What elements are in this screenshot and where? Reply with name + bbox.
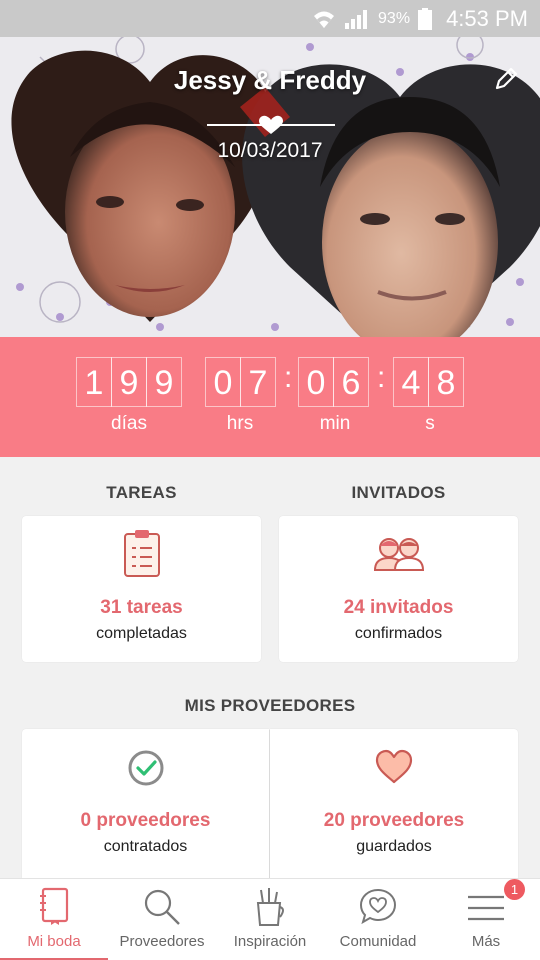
hired-vendors-sub: contratados	[103, 838, 188, 855]
hired-vendors-count: 0 proveedores	[80, 810, 211, 831]
pencil-cup-icon	[256, 888, 284, 926]
couple-names: Jessy & Freddy	[173, 65, 367, 95]
notebook-icon	[40, 887, 69, 925]
checklist-icon	[123, 530, 160, 577]
guests-sub: confirmados	[354, 625, 443, 642]
chat-heart-icon	[359, 888, 397, 925]
nav-label: Proveedores	[119, 933, 205, 950]
countdown-digit: 9	[111, 357, 147, 407]
tasks-count: 31 tareas	[100, 597, 183, 618]
heart-icon	[375, 749, 413, 784]
wifi-icon	[314, 11, 335, 28]
notification-badge: 1	[504, 879, 525, 900]
saved-vendors-count: 20 proveedores	[323, 810, 465, 831]
countdown-digit: 7	[240, 357, 276, 407]
nav-label: Mi boda	[27, 933, 81, 950]
hired-vendors-card[interactable]: 0 proveedores contratados	[22, 729, 269, 878]
wedding-countdown: 1 9 9 0 7 : 0 6 : 4 8 días hrs min s	[0, 337, 540, 457]
guests-card[interactable]: 24 invitados confirmados	[279, 516, 518, 662]
countdown-colon: :	[284, 361, 293, 394]
countdown-minutes-label: min	[319, 413, 351, 434]
guests-count: 24 invitados	[343, 597, 454, 618]
tasks-card[interactable]: 31 tareas completadas	[22, 516, 261, 662]
nav-comunidad[interactable]: Comunidad	[324, 879, 432, 960]
menu-icon	[468, 895, 504, 921]
countdown-digit: 0	[205, 357, 241, 407]
saved-vendors-sub: guardados	[356, 838, 432, 855]
countdown-digit: 6	[333, 357, 369, 407]
signal-icon	[345, 9, 368, 29]
battery-icon	[418, 7, 433, 30]
countdown-colon: :	[377, 361, 386, 394]
vendors-section-title: MIS PROVEEDORES	[184, 696, 356, 715]
nav-label: Comunidad	[339, 933, 417, 950]
status-bar: 93% 4:53 PM	[0, 0, 540, 37]
countdown-seconds: 4 8	[393, 357, 464, 407]
couple-header: Jessy & Freddy 10/03/2017	[0, 37, 540, 337]
countdown-digit: 4	[393, 357, 429, 407]
guests-section-title: INVITADOS	[351, 483, 446, 502]
clock: 4:53 PM	[446, 5, 528, 31]
countdown-digit: 0	[298, 357, 334, 407]
nav-mi-boda[interactable]: Mi boda	[0, 879, 108, 960]
heart-divider-icon	[207, 115, 335, 134]
countdown-digit: 8	[428, 357, 464, 407]
countdown-days-label: días	[111, 413, 147, 434]
countdown-days: 1 9 9	[76, 357, 182, 407]
countdown-digit: 1	[76, 357, 112, 407]
nav-label: Inspiración	[233, 933, 307, 950]
tasks-sub: completadas	[96, 625, 187, 642]
countdown-minutes: 0 6	[298, 357, 369, 407]
tasks-section-title: TAREAS	[106, 483, 177, 502]
wedding-date: 10/03/2017	[217, 139, 323, 162]
search-icon	[144, 889, 180, 925]
saved-vendors-card[interactable]: 20 proveedores guardados	[270, 729, 518, 878]
battery-percent: 93%	[378, 9, 411, 27]
check-circle-icon	[128, 750, 163, 786]
countdown-hours-label: hrs	[226, 413, 254, 434]
countdown-digit: 9	[146, 357, 182, 407]
nav-proveedores[interactable]: Proveedores	[108, 879, 216, 960]
nav-label: Más	[471, 933, 501, 950]
edit-pencil-icon[interactable]	[492, 65, 520, 93]
countdown-hours: 0 7	[205, 357, 276, 407]
bottom-navigation: Mi boda Proveedores Inspiración Comunida…	[0, 878, 540, 960]
countdown-seconds-label: s	[425, 413, 435, 434]
guests-couple-icon	[373, 538, 424, 571]
nav-inspiracion[interactable]: Inspiración	[216, 879, 324, 960]
